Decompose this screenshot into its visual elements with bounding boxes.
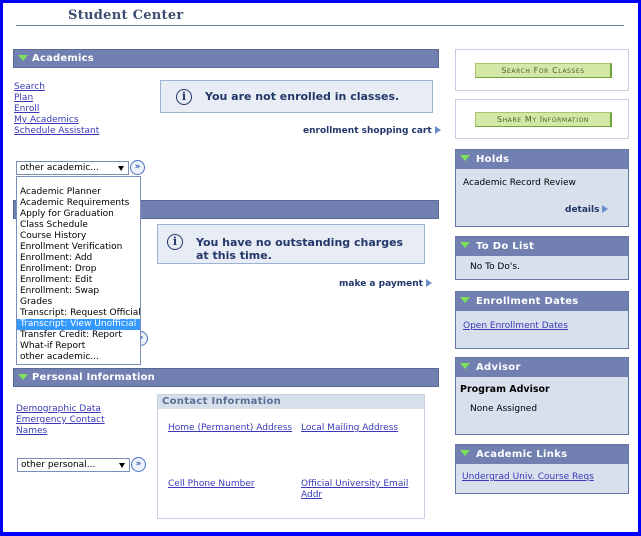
collapse-triangle-icon[interactable] — [460, 242, 470, 248]
share-info-box: Share My Information — [455, 99, 629, 139]
other-academic-dropdown-list[interactable]: Academic Planner Academic Requirements A… — [16, 176, 141, 365]
arrow-right-icon — [434, 126, 441, 134]
dropdown-option[interactable]: What-if Report — [17, 341, 140, 352]
arrow-right-icon — [425, 279, 432, 287]
link-plan[interactable]: Plan — [14, 93, 33, 103]
link-university-email[interactable]: Official University Email Addr — [301, 479, 421, 501]
dropdown-caret-icon — [118, 166, 124, 171]
link-emergency-contact[interactable]: Emergency Contact — [16, 415, 105, 425]
academic-go-button[interactable]: » — [130, 160, 145, 175]
search-classes-box: Search For Classes — [455, 49, 629, 91]
advisor-header-label: Advisor — [476, 362, 521, 373]
dropdown-option-highlighted[interactable]: Transcript: View Unofficial — [17, 319, 140, 330]
contact-information-box: Contact Information Home (Permanent) Add… — [157, 394, 425, 519]
title-divider — [16, 25, 624, 26]
link-home-address[interactable]: Home (Permanent) Address — [168, 423, 292, 433]
holds-header-label: Holds — [476, 154, 510, 165]
dropdown-option[interactable]: Enrollment Verification — [17, 242, 140, 253]
dropdown-option[interactable]: Transcript: Request Official — [17, 308, 141, 319]
dropdown-option[interactable]: Enrollment: Swap — [17, 286, 140, 297]
academic-links-header[interactable]: Academic Links — [456, 445, 628, 464]
dropdown-option[interactable]: Academic Requirements — [17, 198, 140, 209]
dropdown-option[interactable]: Academic Planner — [17, 187, 140, 198]
info-icon: i — [167, 234, 183, 250]
academic-links-pagelet: Academic Links Undergrad Univ. Course Re… — [455, 444, 629, 494]
link-cell-phone[interactable]: Cell Phone Number — [168, 479, 255, 489]
not-enrolled-message: i You are not enrolled in classes. — [160, 80, 433, 113]
dropdown-option[interactable]: Class Schedule — [17, 220, 140, 231]
todo-message: No To Do's. — [470, 262, 520, 272]
todo-header-label: To Do List — [476, 241, 535, 252]
dropdown-option[interactable]: Enrollment: Add — [17, 253, 140, 264]
link-demographic-data[interactable]: Demographic Data — [16, 404, 101, 414]
arrow-right-icon — [602, 205, 609, 213]
personal-go-button[interactable]: » — [131, 457, 146, 472]
link-enroll[interactable]: Enroll — [14, 104, 39, 114]
other-academic-select[interactable]: other academic... — [16, 161, 129, 175]
collapse-triangle-icon[interactable] — [460, 363, 470, 369]
collapse-triangle-icon[interactable] — [460, 450, 470, 456]
no-charges-message: i You have no outstanding charges at thi… — [157, 224, 425, 264]
link-local-mailing-address[interactable]: Local Mailing Address — [301, 423, 398, 433]
collapse-triangle-icon[interactable] — [18, 374, 28, 380]
link-schedule-assistant[interactable]: Schedule Assistant — [14, 126, 99, 136]
todo-pagelet: To Do List No To Do's. — [455, 236, 629, 280]
dropdown-caret-icon — [119, 463, 125, 468]
dropdown-option[interactable]: Enrollment: Edit — [17, 275, 140, 286]
link-names[interactable]: Names — [16, 426, 47, 436]
dropdown-option[interactable]: Enrollment: Drop — [17, 264, 140, 275]
holds-header[interactable]: Holds — [456, 150, 628, 169]
dropdown-option[interactable]: Grades — [17, 297, 140, 308]
enrollment-shopping-cart-link[interactable]: enrollment shopping cart — [303, 126, 441, 136]
hold-item: Academic Record Review — [463, 178, 576, 188]
make-payment-link[interactable]: make a payment — [339, 279, 432, 289]
no-charges-text: You have no outstanding charges at this … — [196, 236, 404, 262]
holds-pagelet: Holds Academic Record Review details — [455, 149, 629, 227]
academics-links: Search Plan Enroll My Academics Schedule… — [14, 82, 99, 137]
advisor-header[interactable]: Advisor — [456, 358, 628, 377]
details-label: details — [565, 205, 600, 215]
not-enrolled-text: You are not enrolled in classes. — [205, 90, 400, 103]
shopping-cart-label: enrollment shopping cart — [303, 126, 432, 136]
todo-header[interactable]: To Do List — [456, 237, 628, 256]
contact-information-header: Contact Information — [158, 395, 424, 409]
info-icon: i — [176, 89, 192, 105]
other-personal-select-value: other personal... — [21, 460, 96, 470]
academic-links-header-label: Academic Links — [476, 449, 568, 460]
link-my-academics[interactable]: My Academics — [14, 115, 79, 125]
collapse-triangle-icon[interactable] — [18, 55, 28, 61]
program-advisor-label: Program Advisor — [460, 384, 550, 395]
other-personal-select[interactable]: other personal... — [17, 458, 130, 472]
link-search[interactable]: Search — [14, 82, 45, 92]
holds-details-link[interactable]: details — [565, 205, 609, 215]
academics-header[interactable]: Academics — [13, 49, 439, 68]
personal-info-header-label: Personal Information — [32, 372, 155, 383]
enrollment-dates-pagelet: Enrollment Dates Open Enrollment Dates — [455, 291, 629, 349]
search-for-classes-button[interactable]: Search For Classes — [475, 63, 612, 78]
other-academic-select-value: other academic... — [20, 163, 99, 173]
enrollment-dates-header-label: Enrollment Dates — [476, 296, 579, 307]
academics-header-label: Academics — [32, 53, 94, 64]
personal-info-header[interactable]: Personal Information — [13, 368, 439, 387]
dropdown-option[interactable]: Course History — [17, 231, 140, 242]
dropdown-option[interactable]: Transfer Credit: Report — [17, 330, 140, 341]
enrollment-dates-header[interactable]: Enrollment Dates — [456, 292, 628, 311]
share-my-information-button[interactable]: Share My Information — [475, 112, 612, 127]
make-payment-label: make a payment — [339, 279, 423, 289]
advisor-value: None Assigned — [470, 404, 538, 414]
link-open-enrollment-dates[interactable]: Open Enrollment Dates — [463, 321, 568, 331]
dropdown-option[interactable]: Apply for Graduation — [17, 209, 140, 220]
collapse-triangle-icon[interactable] — [460, 297, 470, 303]
link-undergrad-course-reqs[interactable]: Undergrad Univ. Course Reqs — [462, 472, 594, 482]
personal-links: Demographic Data Emergency Contact Names — [16, 404, 105, 437]
collapse-triangle-icon[interactable] — [460, 155, 470, 161]
dropdown-option[interactable]: other academic... — [17, 352, 140, 363]
advisor-pagelet: Advisor Program Advisor None Assigned — [455, 357, 629, 435]
page-title: Student Center — [68, 8, 184, 23]
